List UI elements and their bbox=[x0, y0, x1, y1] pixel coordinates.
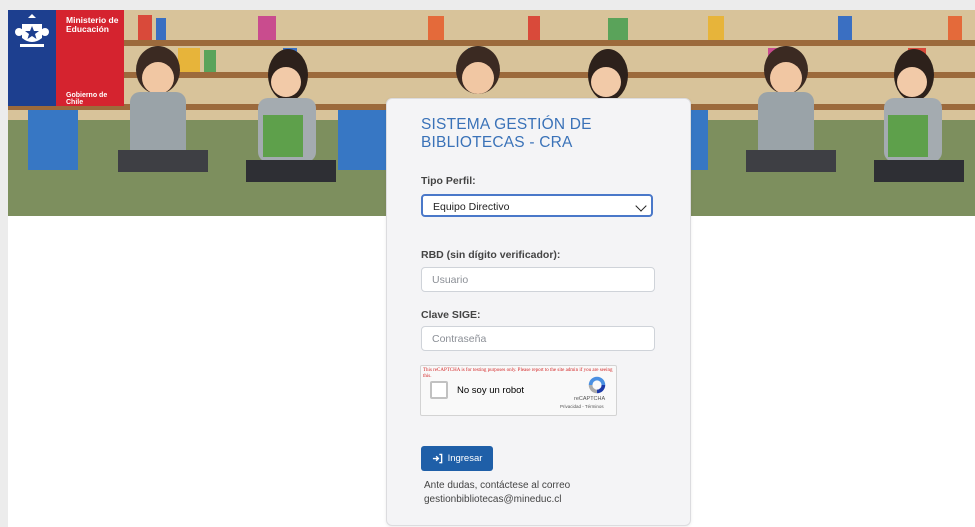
ministry-name: Ministerio de Educación bbox=[66, 15, 119, 34]
sign-in-icon bbox=[432, 453, 442, 464]
rbd-label: RBD (sin dígito verificador): bbox=[421, 249, 561, 261]
recaptcha-label: No soy un robot bbox=[457, 385, 525, 396]
profile-type-select[interactable]: Equipo Directivo bbox=[421, 194, 653, 217]
help-email[interactable]: gestionbibliotecas@mineduc.cl bbox=[424, 493, 654, 507]
government-name: Gobierno de Chile bbox=[66, 92, 108, 106]
password-input[interactable]: Contraseña bbox=[421, 326, 655, 351]
login-card: SISTEMA GESTIÓN DE BIBLIOTECAS - CRA Tip… bbox=[386, 98, 691, 526]
help-line: Ante dudas, contáctese al correo bbox=[424, 480, 571, 491]
recaptcha-widget: This reCAPTCHA is for testing purposes o… bbox=[420, 365, 617, 416]
rbd-input[interactable]: Usuario bbox=[421, 267, 655, 292]
page-title: SISTEMA GESTIÓN DE BIBLIOTECAS - CRA bbox=[421, 116, 592, 151]
recaptcha-brand: reCAPTCHA bbox=[574, 396, 606, 402]
chevron-down-icon bbox=[635, 200, 647, 212]
ministry-logo: Ministerio de Educación Gobierno de Chil… bbox=[8, 10, 124, 106]
login-button[interactable]: Ingresar bbox=[421, 446, 493, 471]
help-text: Ante dudas, contáctese al correo gestion… bbox=[424, 479, 654, 507]
window-top-edge bbox=[0, 0, 975, 10]
profile-type-value: Equipo Directivo bbox=[433, 201, 510, 213]
window-left-edge bbox=[0, 0, 8, 527]
coat-of-arms-icon bbox=[15, 14, 49, 47]
profile-type-label: Tipo Perfil: bbox=[421, 175, 476, 187]
recaptcha-logo-icon bbox=[588, 376, 606, 394]
password-label: Clave SIGE: bbox=[421, 309, 481, 321]
recaptcha-links[interactable]: Privacidad - Términos bbox=[560, 404, 604, 409]
login-button-label: Ingresar bbox=[447, 453, 483, 464]
recaptcha-checkbox[interactable] bbox=[430, 381, 448, 399]
